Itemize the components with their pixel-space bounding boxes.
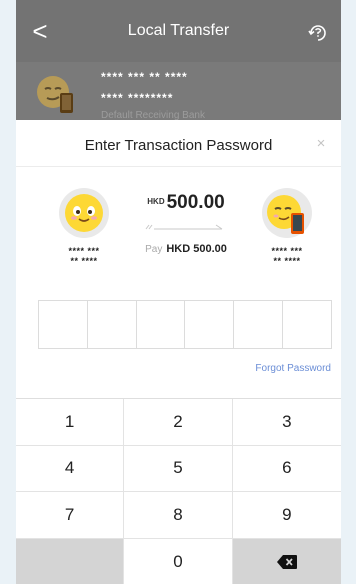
key-1[interactable]: 1 [16,399,125,446]
key-3[interactable]: 3 [232,399,341,446]
pin-digit-box[interactable] [137,301,186,348]
password-input[interactable] [38,300,332,349]
smiley-avatar [59,188,109,238]
arrow-right-icon [145,224,223,230]
key-9[interactable]: 9 [232,492,341,539]
amount-value: 500.00 [166,192,225,213]
backspace-key[interactable] [232,538,341,584]
default-account-card: **** *** ** **** **** ******** Default R… [16,62,341,120]
backspace-icon [276,554,297,569]
receiver-info: **** *** ** **** [252,186,322,266]
page-title: Local Transfer [127,22,230,39]
pin-digit-box[interactable] [234,301,284,348]
key-5[interactable]: 5 [124,445,233,492]
key-4[interactable]: 4 [16,445,125,492]
default-bank-label: Default Receiving Bank [101,110,205,120]
wink-phone-avatar [262,188,312,238]
receiver-masked-number: ** **** [273,256,301,266]
sender-info: **** *** ** **** [49,186,119,266]
key-2[interactable]: 2 [124,399,233,446]
forgot-password-link[interactable]: Forgot Password [255,363,331,374]
key-8[interactable]: 8 [124,492,233,539]
password-dialog: Enter Transaction Password × **** *** **… [16,120,341,584]
pin-digit-box[interactable] [88,301,137,348]
pin-digit-box[interactable] [39,301,88,348]
amount-currency: HKD [147,197,165,206]
pay-summary: Pay HKD 500.00 [130,239,242,257]
masked-account-number: **** ******** [101,91,174,105]
transfer-amount: HKD 500.00 [126,192,246,214]
masked-account-name: **** *** ** **** [101,70,188,84]
phone-screen: < Local Transfer **** *** ** **** **** *… [16,0,341,584]
help-icon [308,25,326,41]
pay-label: Pay [145,244,163,255]
key-6[interactable]: 6 [232,445,341,492]
numeric-keypad: 1 2 3 4 5 6 7 8 9 0 [16,398,341,584]
pin-digit-box[interactable] [283,301,331,348]
help-button[interactable] [305,20,331,44]
divider [16,166,341,167]
sender-masked-name: **** *** [68,246,100,256]
key-7[interactable]: 7 [16,492,125,539]
receiver-masked-name: **** *** [271,246,303,256]
close-button[interactable]: × [313,134,329,154]
dialog-title: Enter Transaction Password [84,137,273,154]
pin-digit-box[interactable] [185,301,235,348]
close-icon: × [316,135,326,152]
avatar [37,76,73,113]
top-bar: < Local Transfer [16,0,341,62]
pay-value: HKD 500.00 [166,243,227,255]
key-0[interactable]: 0 [124,538,233,584]
sender-masked-number: ** **** [70,256,98,266]
key-blank [16,538,125,584]
